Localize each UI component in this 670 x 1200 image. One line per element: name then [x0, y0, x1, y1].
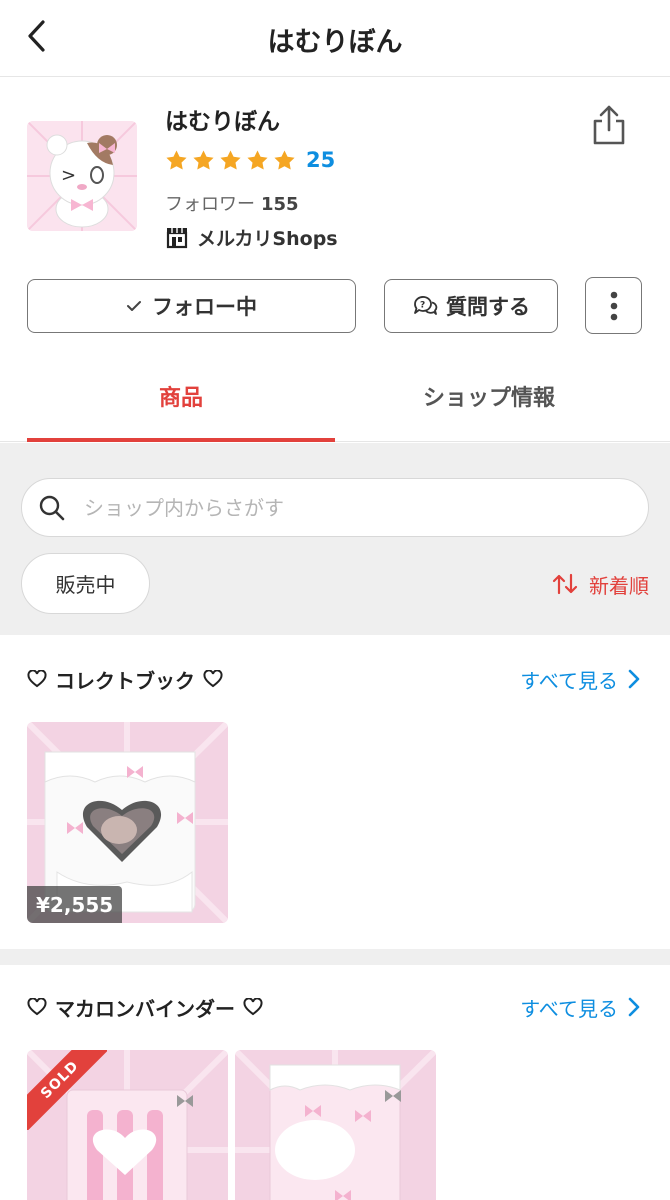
top-bar: はむりぼん	[0, 0, 670, 77]
shop-search-box[interactable]	[21, 478, 649, 537]
star-icon	[193, 149, 214, 170]
heart-outline-icon	[27, 670, 47, 688]
chat-question-icon: ?	[414, 296, 438, 315]
page-title: はむりぼん	[267, 27, 403, 58]
share-icon	[593, 105, 625, 145]
follow-label: フォロー中	[152, 295, 257, 319]
followers-info[interactable]: フォロワー 155	[165, 190, 299, 216]
avatar-illustration: >	[27, 121, 137, 231]
svg-text:?: ?	[420, 301, 425, 311]
search-input[interactable]	[84, 495, 604, 520]
follow-button[interactable]: フォロー中	[27, 279, 356, 333]
shop-name: はむりぼん	[165, 109, 280, 135]
more-options-button[interactable]	[585, 277, 642, 334]
product-card[interactable]: ¥2,555	[27, 722, 228, 923]
see-all-link[interactable]: すべて見る	[520, 989, 640, 1025]
price-tag: ¥2,555	[27, 886, 123, 923]
heart-outline-icon	[243, 998, 263, 1016]
question-label: 質問する	[446, 295, 530, 319]
sort-arrows-icon	[552, 573, 578, 595]
see-all-label: すべて見る	[520, 668, 618, 693]
followers-count: 155	[261, 194, 299, 215]
section-title: マカロンバインダー	[27, 989, 263, 1025]
star-icon	[247, 149, 268, 170]
sale-status-filter[interactable]: 販売中	[21, 553, 150, 614]
more-vertical-icon	[610, 291, 617, 320]
heart-outline-icon	[27, 998, 47, 1016]
section-header: マカロンバインダー すべて見る	[0, 989, 670, 1025]
share-button[interactable]	[590, 104, 628, 146]
shops-label: メルカリShops	[197, 227, 338, 250]
mercari-shops-badge: メルカリShops	[165, 223, 338, 251]
check-icon	[127, 301, 141, 311]
section-divider	[0, 949, 670, 965]
shop-avatar[interactable]: >	[27, 121, 137, 231]
filter-panel: 販売中 新着順	[0, 443, 670, 635]
svg-text:>: >	[61, 165, 76, 186]
tab-shop-info[interactable]: ショップ情報	[335, 370, 643, 442]
product-card[interactable]: SOLD	[27, 1050, 228, 1200]
section-title-text: コレクトブック	[55, 668, 195, 693]
rating-count[interactable]: 25	[306, 148, 335, 172]
tab-bar: 商品 ショップ情報	[0, 370, 670, 442]
section-title: コレクトブック	[27, 661, 223, 697]
section-title-text: マカロンバインダー	[55, 996, 235, 1021]
see-all-label: すべて見る	[520, 996, 618, 1021]
star-icon	[220, 149, 241, 170]
star-icon	[274, 149, 295, 170]
sort-button[interactable]: 新着順	[551, 567, 649, 601]
chevron-right-icon	[628, 997, 640, 1017]
store-icon	[166, 228, 188, 249]
tab-products[interactable]: 商品	[27, 370, 335, 442]
sold-label: SOLD	[27, 1050, 107, 1130]
sold-ribbon: SOLD	[27, 1050, 107, 1130]
star-icon	[166, 149, 187, 170]
rating-row[interactable]: 25	[165, 146, 335, 174]
see-all-link[interactable]: すべて見る	[520, 661, 640, 697]
sort-label: 新着順	[589, 573, 649, 598]
followers-label: フォロワー	[165, 194, 255, 215]
heart-outline-icon	[203, 670, 223, 688]
section-header: コレクトブック すべて見る	[0, 661, 670, 697]
chevron-right-icon	[628, 669, 640, 689]
product-card[interactable]	[235, 1050, 436, 1200]
search-icon	[39, 495, 65, 520]
product-image	[235, 1050, 436, 1200]
ask-question-button[interactable]: ? 質問する	[384, 279, 558, 333]
